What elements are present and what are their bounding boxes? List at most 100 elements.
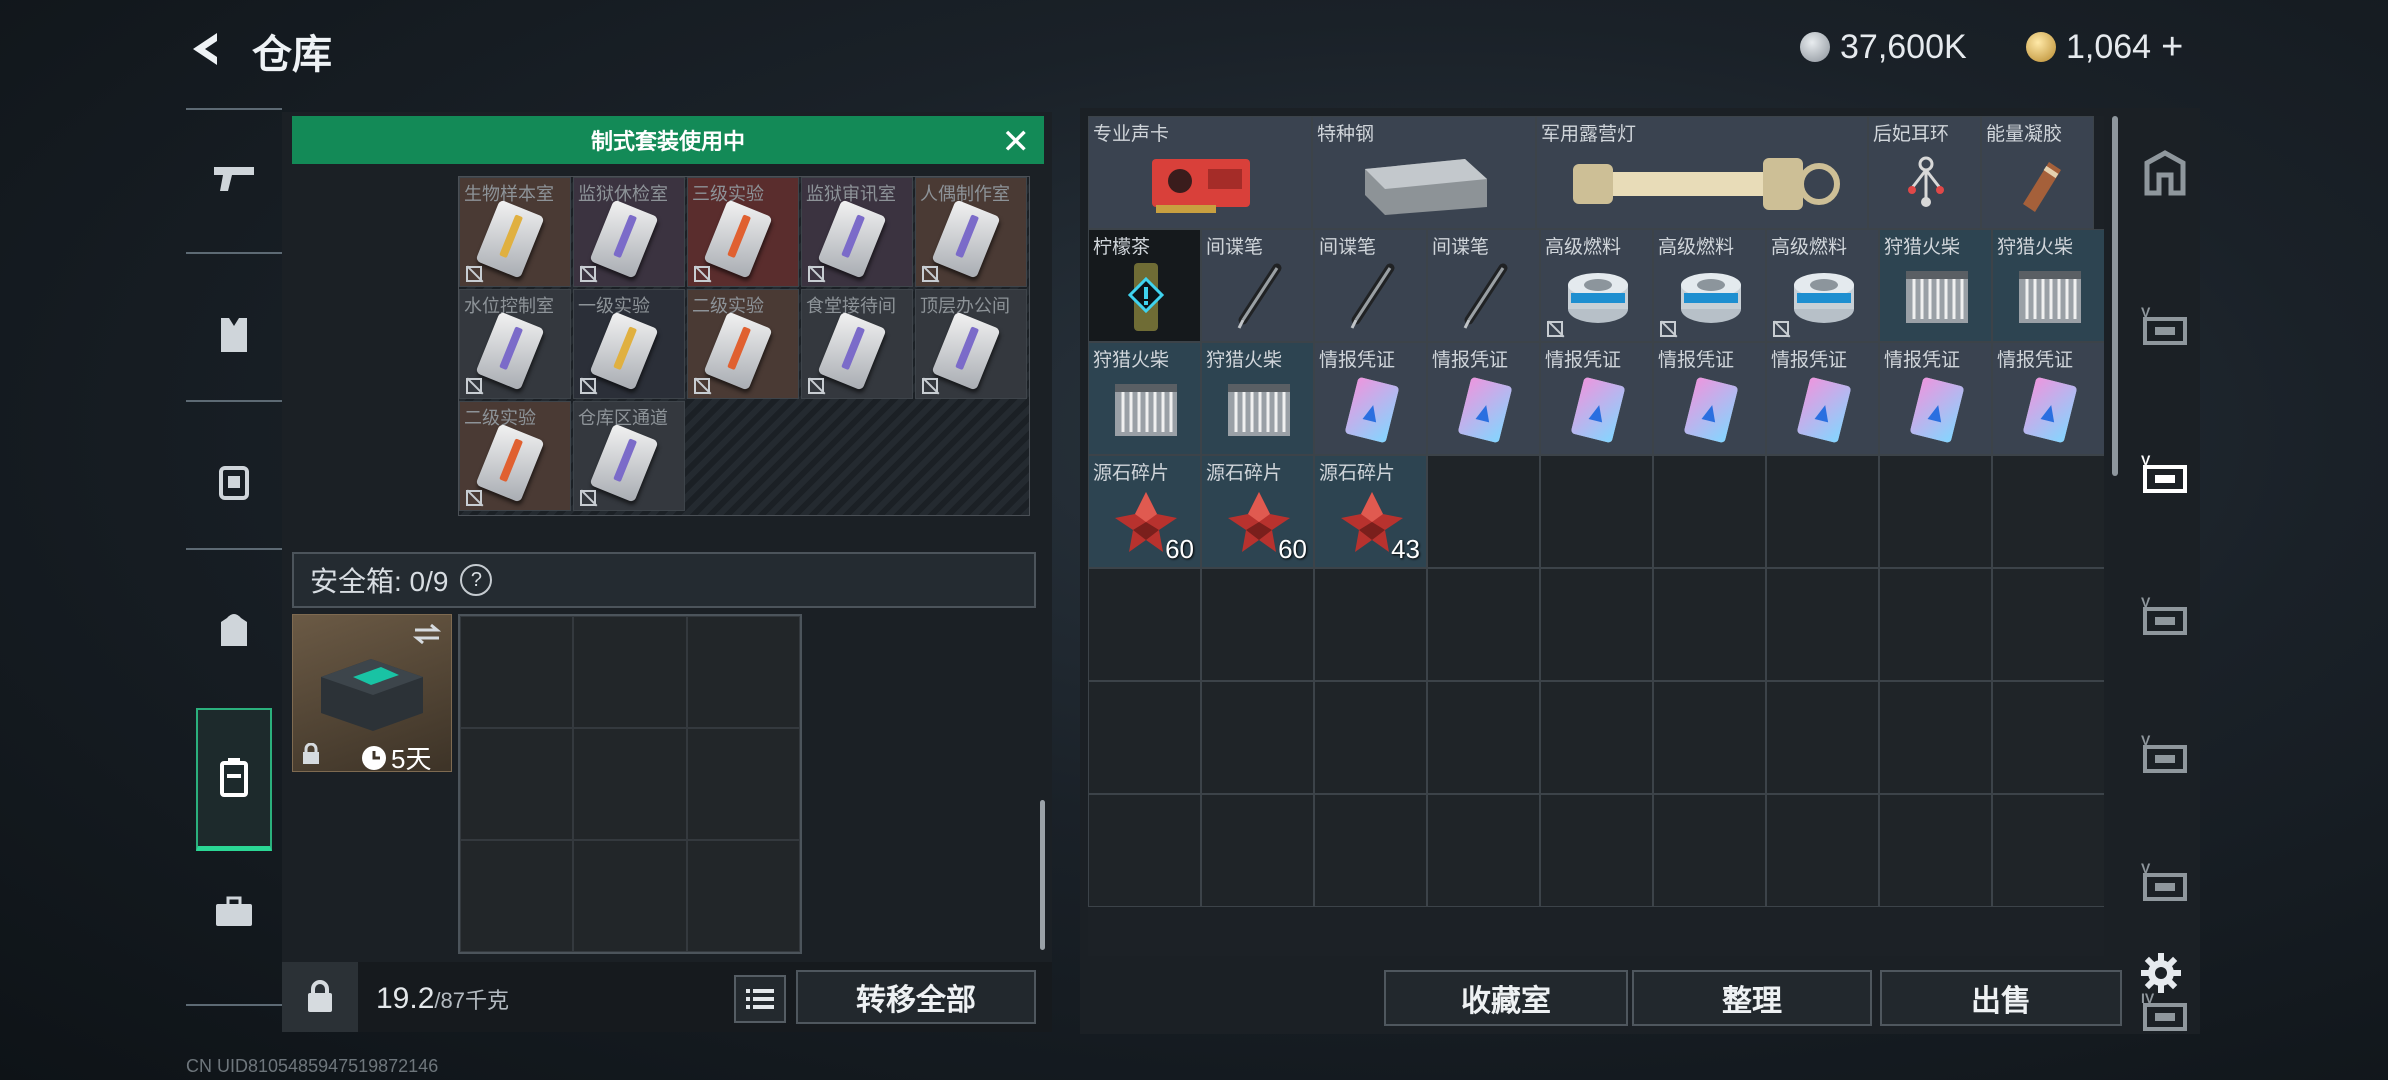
empty-slot[interactable] xyxy=(1766,455,1879,568)
empty-slot[interactable] xyxy=(1992,794,2104,907)
empty-slot[interactable] xyxy=(1653,681,1766,794)
empty-slot[interactable] xyxy=(1653,794,1766,907)
inventory-item[interactable]: 狩猎火柴 xyxy=(1201,342,1314,455)
warehouse-tab[interactable] xyxy=(2130,140,2200,210)
safebox-slot[interactable] xyxy=(573,840,687,952)
list-view-button[interactable] xyxy=(734,975,786,1023)
empty-slot[interactable] xyxy=(1427,568,1540,681)
warehouse-tab[interactable]: V xyxy=(2130,292,2200,362)
inventory-item[interactable]: 狩猎火柴 xyxy=(1879,229,1992,342)
inventory-item[interactable]: 间谍笔 xyxy=(1427,229,1540,342)
empty-slot[interactable] xyxy=(1766,794,1879,907)
chest-rig-tab[interactable] xyxy=(196,444,272,520)
empty-slot[interactable] xyxy=(1427,455,1540,568)
empty-slot[interactable] xyxy=(1992,455,2104,568)
inventory-item[interactable]: 情报凭证 xyxy=(1653,342,1766,455)
inventory-item[interactable]: 源石碎片 60 xyxy=(1201,455,1314,568)
inventory-item[interactable]: 情报凭证 xyxy=(1766,342,1879,455)
inventory-item[interactable]: 情报凭证 xyxy=(1314,342,1427,455)
weapon-tab[interactable] xyxy=(196,140,272,216)
lock-weight-button[interactable] xyxy=(282,962,358,1032)
safebox-slot[interactable] xyxy=(573,728,687,840)
warehouse-tab[interactable]: V xyxy=(2130,720,2200,790)
empty-slot[interactable] xyxy=(1992,681,2104,794)
container-tab[interactable] xyxy=(196,708,272,851)
inventory-item[interactable]: 狩猎火柴 xyxy=(1088,342,1201,455)
key-card-slot[interactable]: 二级实验 xyxy=(687,289,799,399)
key-card-slot[interactable]: 人偶制作室 xyxy=(915,177,1027,287)
inventory-item[interactable]: 后妃耳环 xyxy=(1868,116,1981,229)
key-card-slot[interactable]: 食堂接待间 xyxy=(801,289,913,399)
briefcase-tab[interactable] xyxy=(196,874,272,950)
inventory-item[interactable]: 特种钢 xyxy=(1312,116,1536,229)
inventory-item[interactable]: 高级燃料 xyxy=(1540,229,1653,342)
back-button[interactable] xyxy=(182,26,232,72)
empty-slot[interactable] xyxy=(1088,794,1201,907)
key-card-slot[interactable]: 三级实验 xyxy=(687,177,799,287)
backpack-tab[interactable] xyxy=(196,592,272,668)
key-card-slot[interactable]: 生物样本室 xyxy=(459,177,571,287)
empty-slot[interactable] xyxy=(1653,455,1766,568)
inventory-item[interactable]: 专业声卡 xyxy=(1088,116,1312,229)
empty-slot[interactable] xyxy=(1201,568,1314,681)
inventory-item[interactable]: 间谍笔 xyxy=(1201,229,1314,342)
empty-slot[interactable] xyxy=(1314,568,1427,681)
empty-slot[interactable] xyxy=(1540,455,1653,568)
key-card-slot[interactable]: 监狱审讯室 xyxy=(801,177,913,287)
empty-slot[interactable] xyxy=(1540,568,1653,681)
inventory-item[interactable]: 情报凭证 xyxy=(1540,342,1653,455)
inventory-item[interactable]: 狩猎火柴 xyxy=(1992,229,2104,342)
swap-icon[interactable] xyxy=(411,623,443,645)
transfer-all-button[interactable]: 转移全部 xyxy=(796,970,1036,1024)
empty-slot[interactable] xyxy=(1427,681,1540,794)
empty-slot[interactable] xyxy=(1766,681,1879,794)
armor-tab[interactable] xyxy=(196,296,272,372)
key-card-slot[interactable]: 监狱休检室 xyxy=(573,177,685,287)
safebox-help-button[interactable]: ? xyxy=(460,564,493,596)
empty-slot[interactable] xyxy=(1879,455,1992,568)
gold-currency[interactable]: 1,064 + xyxy=(2026,22,2183,72)
close-banner-button[interactable]: ✕ xyxy=(1002,122,1031,162)
empty-slot[interactable] xyxy=(1879,681,1992,794)
empty-slot[interactable] xyxy=(1653,568,1766,681)
inventory-item[interactable]: 间谍笔 xyxy=(1314,229,1427,342)
collection-room-button[interactable]: 收藏室 xyxy=(1384,970,1628,1026)
inventory-item[interactable]: 源石碎片 60 xyxy=(1088,455,1201,568)
empty-slot[interactable] xyxy=(1314,794,1427,907)
safebox-item[interactable]: 5天 xyxy=(292,614,452,774)
key-card-slot[interactable]: 一级实验 xyxy=(573,289,685,399)
inventory-item[interactable]: 源石碎片 43 xyxy=(1314,455,1427,568)
key-card-slot[interactable]: 二级实验 xyxy=(459,401,571,511)
empty-slot[interactable] xyxy=(1201,681,1314,794)
empty-slot[interactable] xyxy=(1314,681,1427,794)
key-card-slot[interactable]: 水位控制室 xyxy=(459,289,571,399)
empty-slot[interactable] xyxy=(1088,681,1201,794)
inventory-item[interactable]: 高级燃料 xyxy=(1766,229,1879,342)
empty-slot[interactable] xyxy=(1879,568,1992,681)
key-card-slot[interactable]: 仓库区通道 xyxy=(573,401,685,511)
empty-slot[interactable] xyxy=(1992,568,2104,681)
add-currency-button[interactable]: + xyxy=(2161,26,2183,69)
empty-slot[interactable] xyxy=(1879,794,1992,907)
inventory-item[interactable]: 高级燃料 xyxy=(1653,229,1766,342)
empty-slot[interactable] xyxy=(1766,568,1879,681)
safebox-slot[interactable] xyxy=(460,840,574,952)
inventory-item[interactable]: 柠檬茶 xyxy=(1088,229,1201,342)
inventory-item[interactable]: 情报凭证 xyxy=(1992,342,2104,455)
settings-button[interactable] xyxy=(2136,948,2186,998)
warehouse-tab[interactable]: V xyxy=(2130,440,2200,510)
inventory-item[interactable]: 情报凭证 xyxy=(1427,342,1540,455)
inventory-item[interactable]: 能量凝胶 xyxy=(1981,116,2094,229)
safebox-slot[interactable] xyxy=(460,728,574,840)
empty-slot[interactable] xyxy=(1427,794,1540,907)
safebox-slot[interactable] xyxy=(573,616,687,728)
inventory-item[interactable]: 情报凭证 xyxy=(1879,342,1992,455)
empty-slot[interactable] xyxy=(1540,794,1653,907)
key-card-slot[interactable]: 顶层办公间 xyxy=(915,289,1027,399)
warehouse-tab[interactable]: V xyxy=(2130,848,2200,918)
safebox-slot[interactable] xyxy=(686,840,800,952)
empty-slot[interactable] xyxy=(1540,681,1653,794)
warehouse-scrollbar[interactable] xyxy=(2112,116,2118,476)
warehouse-tab[interactable]: V xyxy=(2130,582,2200,652)
organize-button[interactable]: 整理 xyxy=(1632,970,1872,1026)
